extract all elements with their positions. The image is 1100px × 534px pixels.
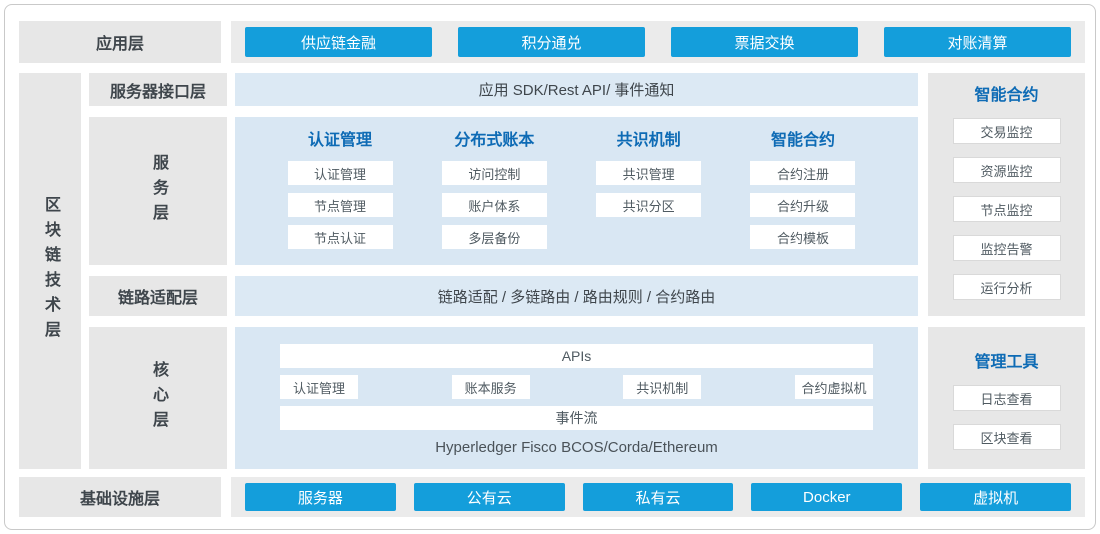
- monitor-item: 运行分析: [953, 274, 1061, 300]
- service-column-auth: 认证管理 认证管理 节点管理 节点认证: [265, 131, 415, 265]
- core-module: 账本服务: [452, 375, 530, 399]
- core-event-stream-bar: 事件流: [280, 406, 873, 430]
- core-layer-label: 核心层: [146, 361, 170, 436]
- app-button-bill-exchange: 票据交换: [671, 27, 858, 57]
- application-layer-band: 供应链金融 积分通兑 票据交换 对账清算: [231, 21, 1085, 63]
- tools-panel-header: 管理工具: [974, 353, 1038, 373]
- monitor-item: 节点监控: [953, 196, 1061, 222]
- monitor-item: 监控告警: [953, 235, 1061, 261]
- adapter-layer-content: 链路适配 / 多链路由 / 路由规则 / 合约路由: [235, 276, 918, 316]
- infrastructure-layer-row: 基础设施层 服务器 公有云 私有云 Docker 虚拟机: [19, 477, 1085, 517]
- smart-contract-monitor-panel: 智能合约 交易监控 资源监控 节点监控 监控告警 运行分析: [928, 73, 1085, 316]
- blockchain-layer-label: 区块链技术层: [38, 196, 62, 346]
- service-item: 节点管理: [288, 193, 393, 217]
- service-layer-panel: 认证管理 认证管理 节点管理 节点认证 分布式账本 访问控制 账户体系 多层备份…: [235, 117, 918, 265]
- core-module: 认证管理: [280, 375, 358, 399]
- interface-layer-label: 服务器接口层: [89, 73, 227, 106]
- core-apis-bar: APIs: [280, 344, 873, 368]
- blockchain-technology-layer: 区块链技术层 服务器接口层 服务层 链路适配层 核心层 应用 SDK/Rest …: [19, 73, 1085, 469]
- tool-item: 日志查看: [953, 385, 1061, 411]
- architecture-diagram: 应用层 供应链金融 积分通兑 票据交换 对账清算 区块链技术层 服务器接口层 服…: [4, 4, 1096, 530]
- monitor-item: 交易监控: [953, 118, 1061, 144]
- infra-button-server: 服务器: [245, 483, 396, 511]
- core-platforms-text: Hyperledger Fisco BCOS/Corda/Ethereum: [280, 439, 873, 456]
- core-module: 合约虚拟机: [795, 375, 873, 399]
- adapter-layer-label: 链路适配层: [89, 276, 227, 316]
- app-button-supply-chain-finance: 供应链金融: [245, 27, 432, 57]
- service-column-header: 共识机制: [617, 131, 681, 151]
- service-item: 多层备份: [442, 225, 547, 249]
- service-item: 访问控制: [442, 161, 547, 185]
- service-layer-label: 服务层: [146, 154, 170, 229]
- monitor-panel-header: 智能合约: [974, 86, 1038, 106]
- infra-button-vm: 虚拟机: [920, 483, 1071, 511]
- layer-content-column: 应用 SDK/Rest API/ 事件通知 认证管理 认证管理 节点管理 节点认…: [235, 73, 918, 469]
- management-tools-panel: 管理工具 日志查看 区块查看: [928, 327, 1085, 469]
- tool-item: 区块查看: [953, 424, 1061, 450]
- core-layer-panel: APIs 认证管理 账本服务 共识机制 合约虚拟机 事件流 Hyperledge…: [235, 327, 918, 469]
- service-item: 账户体系: [442, 193, 547, 217]
- core-modules-row: 认证管理 账本服务 共识机制 合约虚拟机: [280, 375, 873, 399]
- service-item: 节点认证: [288, 225, 393, 249]
- application-layer-row: 应用层 供应链金融 积分通兑 票据交换 对账清算: [19, 21, 1085, 63]
- infra-button-docker: Docker: [751, 483, 902, 511]
- service-item: 认证管理: [288, 161, 393, 185]
- service-item: 共识分区: [596, 193, 701, 217]
- app-button-points-exchange: 积分通兑: [458, 27, 645, 57]
- app-button-reconciliation: 对账清算: [884, 27, 1071, 57]
- service-column-consensus: 共识机制 共识管理 共识分区: [574, 131, 724, 265]
- right-column: 智能合约 交易监控 资源监控 节点监控 监控告警 运行分析 管理工具 日志查看 …: [928, 73, 1085, 469]
- monitor-item: 资源监控: [953, 157, 1061, 183]
- service-column-header: 智能合约: [771, 131, 835, 151]
- service-column-contract: 智能合约 合约注册 合约升级 合约模板: [728, 131, 878, 265]
- service-layer-label-box: 服务层: [89, 117, 227, 265]
- blockchain-layer-label-box: 区块链技术层: [19, 73, 81, 469]
- sublayer-labels-column: 服务器接口层 服务层 链路适配层 核心层: [89, 73, 227, 469]
- service-item: 合约模板: [750, 225, 855, 249]
- service-column-header: 分布式账本: [454, 131, 534, 151]
- service-item: 合约注册: [750, 161, 855, 185]
- service-column-header: 认证管理: [308, 131, 372, 151]
- core-layer-label-box: 核心层: [89, 327, 227, 469]
- infra-button-private-cloud: 私有云: [583, 483, 734, 511]
- application-layer-label: 应用层: [19, 21, 221, 63]
- core-module: 共识机制: [623, 375, 701, 399]
- service-item: 合约升级: [750, 193, 855, 217]
- infrastructure-layer-band: 服务器 公有云 私有云 Docker 虚拟机: [231, 477, 1085, 517]
- service-item: 共识管理: [596, 161, 701, 185]
- interface-layer-content: 应用 SDK/Rest API/ 事件通知: [235, 73, 918, 106]
- service-column-ledger: 分布式账本 访问控制 账户体系 多层备份: [419, 131, 569, 265]
- infrastructure-layer-label: 基础设施层: [19, 477, 221, 517]
- infra-button-public-cloud: 公有云: [414, 483, 565, 511]
